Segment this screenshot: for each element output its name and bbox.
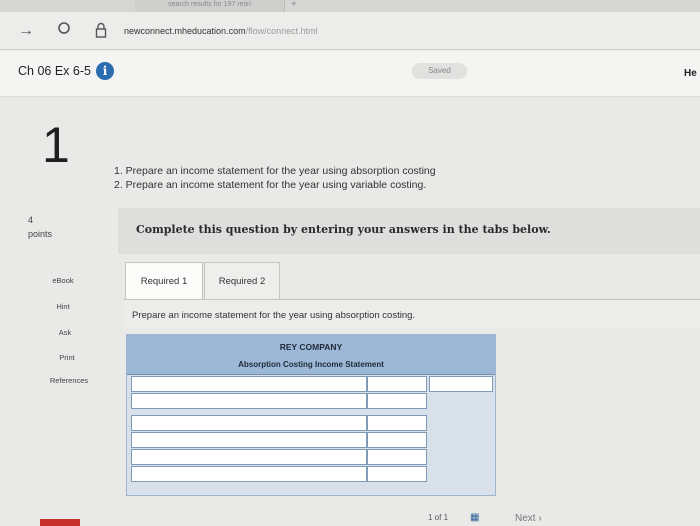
table-row <box>131 432 493 448</box>
assignment-header: Ch 06 Ex 6-5 i Saved He <box>0 51 700 97</box>
table-row <box>131 376 493 392</box>
next-label: Next <box>515 513 536 524</box>
table-row <box>131 393 493 409</box>
table-row <box>131 415 493 431</box>
info-icon[interactable]: i <box>96 62 114 80</box>
amount-input[interactable] <box>367 415 427 431</box>
browser-tab-strip: search results for 197 retiri + <box>0 0 700 12</box>
question-instructions: 1. Prepare an income statement for the y… <box>114 164 436 192</box>
label-input[interactable] <box>131 466 367 482</box>
refresh-icon[interactable] <box>57 21 71 40</box>
footer-logo-bar <box>40 519 80 526</box>
statement-header: REY COMPANY Absorption Costing Income St… <box>127 335 495 375</box>
label-input[interactable] <box>131 376 367 392</box>
url-field[interactable]: newconnect.mheducation.com/flow/connect.… <box>124 26 318 36</box>
amount-input[interactable] <box>367 449 427 465</box>
points-label: points <box>28 229 53 239</box>
chevron-right-icon: › <box>538 513 542 524</box>
tab-required-2[interactable]: Required 2 <box>204 262 280 300</box>
label-input[interactable] <box>131 393 367 409</box>
question-number: 1 <box>42 117 70 173</box>
ebook-link[interactable]: eBook <box>26 276 100 285</box>
forward-arrow-icon[interactable]: → <box>18 22 34 40</box>
lock-icon <box>95 22 107 43</box>
ask-link[interactable]: Ask <box>28 328 102 337</box>
total-input[interactable] <box>429 376 493 392</box>
amount-input[interactable] <box>367 376 427 392</box>
grid-icon[interactable]: ▦ <box>470 512 479 523</box>
complete-prompt: Complete this question by entering your … <box>136 223 551 236</box>
address-bar: → newconnect.mheducation.com/flow/connec… <box>0 12 700 50</box>
amount-input[interactable] <box>367 432 427 448</box>
browser-tab[interactable]: search results for 197 retiri <box>135 0 285 12</box>
next-button[interactable]: Next › <box>515 513 542 524</box>
tab-prompt: Prepare an income statement for the year… <box>132 310 416 321</box>
label-input[interactable] <box>131 449 367 465</box>
company-name: REY COMPANY <box>279 342 343 352</box>
instruction-line: 1. Prepare an income statement for the y… <box>114 165 436 177</box>
hint-link[interactable]: Hint <box>26 302 100 311</box>
chapter-title: Ch 06 Ex 6-5 <box>18 64 91 78</box>
points-value: 4 <box>28 215 34 225</box>
complete-prompt-bar: Complete this question by entering your … <box>118 208 700 254</box>
url-path: /flow/connect.html <box>245 26 318 36</box>
print-link[interactable]: Print <box>30 353 104 362</box>
references-link[interactable]: References <box>32 376 106 385</box>
instruction-line: 2. Prepare an income statement for the y… <box>114 179 427 191</box>
tab-prompt-bar: Prepare an income statement for the year… <box>123 299 700 329</box>
amount-input[interactable] <box>367 393 427 409</box>
page-indicator: 1 of 1 <box>428 513 449 522</box>
tab-required-1[interactable]: Required 1 <box>125 262 203 300</box>
statement-title: Absorption Costing Income Statement <box>238 360 384 369</box>
label-input[interactable] <box>131 415 367 431</box>
saved-status-badge: Saved <box>412 63 467 79</box>
table-row <box>131 466 493 482</box>
table-row <box>131 449 493 465</box>
label-input[interactable] <box>131 432 367 448</box>
income-statement-table: REY COMPANY Absorption Costing Income St… <box>126 334 496 496</box>
new-tab-button[interactable]: + <box>291 0 297 10</box>
url-domain: newconnect.mheducation.com <box>124 26 246 36</box>
amount-input[interactable] <box>367 466 427 482</box>
help-link[interactable]: He <box>684 68 697 79</box>
